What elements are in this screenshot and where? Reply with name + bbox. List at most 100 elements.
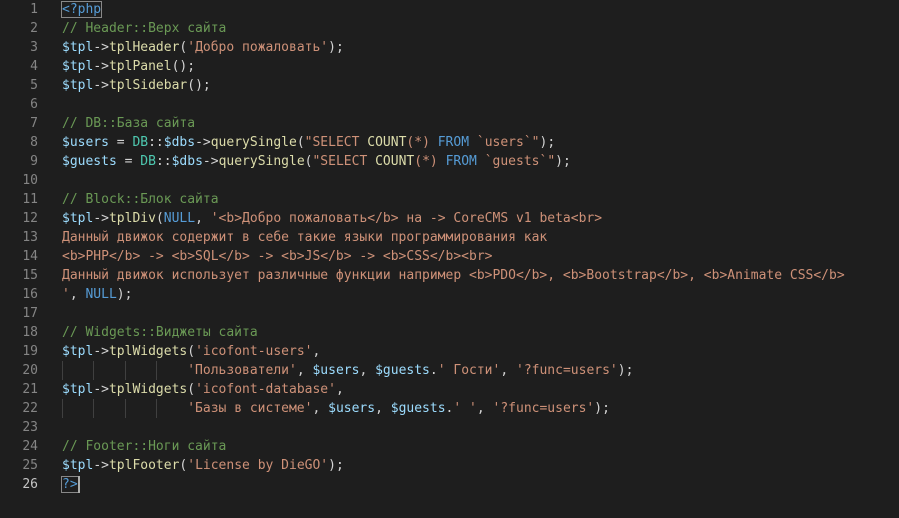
line-number: 18 — [22, 325, 38, 340]
code-token: (*) — [414, 154, 446, 169]
line-number: 6 — [30, 97, 38, 112]
code-token: // Header::Верх сайта — [62, 21, 227, 36]
code-token: 'Пользователи' — [187, 363, 297, 378]
code-token: ' Гости' — [437, 363, 501, 378]
code-token: -> — [202, 154, 219, 169]
code-line[interactable]: $tpl->tplPanel(); — [62, 57, 195, 76]
code-token: $guests — [62, 154, 117, 169]
code-token: "SELECT — [304, 135, 368, 150]
code-line[interactable]: $tpl->tplWidgets('icofont-database', — [62, 380, 344, 399]
code-line[interactable]: // Widgets::Виджеты сайта — [62, 323, 258, 342]
code-token: -> — [93, 344, 109, 359]
line-number: 13 — [22, 230, 38, 245]
code-line[interactable]: // Footer::Ноги сайта — [62, 437, 226, 456]
code-token: DB — [132, 135, 149, 150]
code-line[interactable]: $tpl->tplWidgets('icofont-users', — [62, 342, 320, 361]
code-token: NULL — [85, 287, 117, 302]
code-line[interactable]: 'Базы в системе', $users, $guests.' ', '… — [62, 399, 610, 418]
code-line[interactable]: Данный движок содержит в себе такие язык… — [62, 228, 547, 247]
code-line[interactable]: <?php — [60, 0, 103, 19]
code-token: `users`" — [469, 135, 540, 150]
line-number: 3 — [30, 40, 38, 55]
line-number: 16 — [22, 287, 38, 302]
code-token: (*) — [406, 135, 438, 150]
code-token: querySingle — [218, 154, 305, 169]
indent-guide — [124, 361, 126, 380]
code-line[interactable]: // Header::Верх сайта — [62, 19, 226, 38]
indent-guide — [62, 361, 63, 380]
code-line[interactable]: // DB::База сайта — [62, 114, 195, 133]
code-token: "SELECT — [312, 154, 376, 169]
indent-guide — [93, 361, 95, 380]
line-number: 26 — [22, 477, 38, 492]
line-number: 15 — [22, 268, 38, 283]
code-line[interactable]: <b>PHP</b> -> <b>SQL</b> -> <b>JS</b> ->… — [62, 247, 492, 266]
code-token: -> — [93, 458, 109, 473]
line-number: 21 — [22, 382, 38, 397]
code-token: -> — [93, 78, 109, 93]
code-line[interactable]: $users = DB::$dbs->querySingle("SELECT C… — [62, 133, 555, 152]
indent-guide — [155, 361, 157, 380]
code-token: :: — [155, 154, 172, 169]
code-token: , — [296, 363, 313, 378]
code-line[interactable]: $tpl->tplHeader('Добро пожаловать'); — [62, 38, 344, 57]
code-token: tplSidebar — [108, 78, 188, 93]
code-token: // Block::Блок сайта — [62, 192, 219, 207]
code-text-area[interactable]: <?php// Header::Верх сайта$tpl->tplHeade… — [60, 0, 899, 518]
code-line[interactable]: $tpl->tplSidebar(); — [62, 76, 211, 95]
code-token: <b>PHP</b> -> <b>SQL</b> -> <b>JS</b> ->… — [62, 249, 493, 264]
code-token: COUNT — [375, 154, 415, 169]
code-line[interactable]: ?> — [61, 475, 80, 494]
code-token: ( — [296, 135, 305, 150]
code-token: tplWidgets — [108, 344, 188, 359]
code-token: , — [500, 363, 516, 378]
code-token: $dbs — [163, 135, 196, 150]
code-token: '?func=users' — [516, 363, 618, 378]
code-token: $tpl — [62, 59, 94, 74]
code-token: . — [429, 363, 438, 378]
code-token: $tpl — [62, 458, 94, 473]
code-token: `guests`" — [476, 154, 556, 169]
code-line[interactable]: // Block::Блок сайта — [62, 190, 219, 209]
line-number: 19 — [22, 344, 38, 359]
code-token: , — [476, 401, 493, 416]
code-token: (); — [171, 59, 196, 74]
code-token: $guests — [375, 363, 430, 378]
code-token: ); — [594, 401, 610, 416]
code-token: $tpl — [62, 382, 94, 397]
code-line[interactable]: $tpl->tplFooter('License by DieGO'); — [62, 456, 344, 475]
line-number: 8 — [30, 135, 38, 150]
code-token: tplDiv — [108, 211, 156, 226]
indent-guide — [93, 399, 95, 418]
line-number: 10 — [22, 173, 38, 188]
code-token: -> — [93, 59, 109, 74]
code-token: , — [375, 401, 391, 416]
code-token: Данный движок содержит в себе такие язык… — [62, 230, 548, 245]
code-token: 'License by DieGO' — [187, 458, 329, 473]
line-number: 17 — [22, 306, 38, 321]
code-line[interactable]: 'Пользователи', $users, $guests.' Гости'… — [62, 361, 633, 380]
code-token: '<b>Добро пожаловать</b> на -> CoreCMS v… — [210, 211, 603, 226]
code-token: 'Базы в системе' — [187, 401, 313, 416]
code-token: ( — [155, 211, 164, 226]
code-line[interactable]: $tpl->tplDiv(NULL, '<b>Добро пожаловать<… — [62, 209, 602, 228]
code-token: $tpl — [62, 78, 94, 93]
code-line[interactable]: Данный движок использует различные функц… — [62, 266, 845, 285]
code-token: -> — [93, 40, 109, 55]
code-token: ' ' — [453, 401, 477, 416]
code-token: <?php — [60, 1, 103, 18]
code-token: ); — [617, 363, 634, 378]
code-token: , — [312, 401, 329, 416]
code-token: DB — [140, 154, 156, 169]
indent-guide — [124, 399, 126, 418]
code-token: tplFooter — [108, 458, 180, 473]
line-number: 7 — [30, 116, 38, 131]
line-number-gutter: 1 2 3 4 5 6 7 8 9 10 11 12 13 14 15 16 17 18 19 20 21 22 23 24 2… — [0, 0, 50, 518]
code-token: // DB::База сайта — [62, 116, 196, 131]
code-token: , — [312, 344, 321, 359]
code-editor[interactable]: 1 2 3 4 5 6 7 8 9 10 11 12 13 14 15 16 17 18 19 20 21 22 23 24 2… — [0, 0, 899, 518]
code-line[interactable]: ', NULL); — [62, 285, 132, 304]
code-line[interactable]: $guests = DB::$dbs->querySingle("SELECT … — [62, 152, 571, 171]
line-number: 14 — [22, 249, 38, 264]
line-number: 1 — [30, 2, 38, 17]
